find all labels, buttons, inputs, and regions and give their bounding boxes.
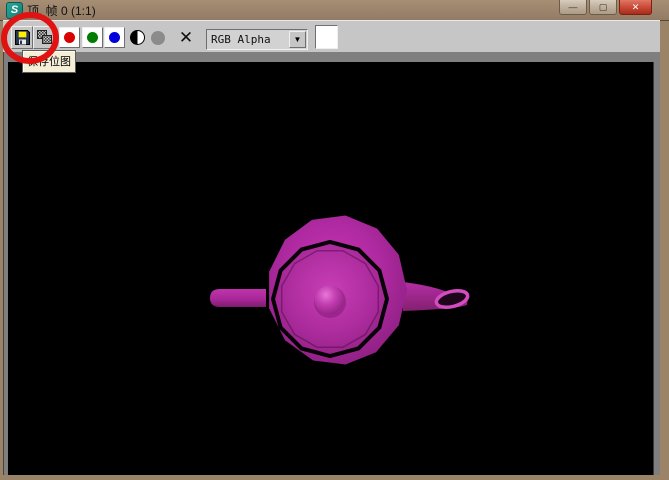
window-controls: — ▢ ✕ [559, 0, 652, 15]
app-icon: S [6, 2, 23, 19]
close-icon: ✕ [631, 2, 640, 13]
clone-window-icon [36, 30, 52, 44]
blue-channel-icon [109, 32, 120, 43]
minimize-icon: — [568, 2, 578, 13]
channel-display-dropdown[interactable]: RGB Alpha ▼ [206, 29, 308, 50]
channel-display-value: RGB Alpha [211, 33, 271, 46]
rendered-teapot-top-view [210, 215, 470, 365]
minimize-button[interactable]: — [559, 0, 587, 15]
window-title: 顶, 帧 0 (1:1) [27, 4, 96, 18]
green-channel-button[interactable] [82, 27, 103, 48]
maximize-button[interactable]: ▢ [589, 0, 617, 15]
background-color-swatch[interactable] [315, 25, 338, 49]
red-channel-icon [64, 32, 75, 43]
toolbar: ✕ RGB Alpha ▼ [3, 20, 660, 54]
blue-channel-button[interactable] [104, 27, 125, 48]
chevron-down-icon[interactable]: ▼ [289, 31, 306, 48]
save-bitmap-button[interactable] [11, 26, 33, 49]
green-channel-icon [87, 32, 98, 43]
rendered-image-area[interactable] [8, 62, 654, 475]
clone-rendered-frame-button[interactable] [33, 26, 55, 49]
save-floppy-icon [14, 30, 30, 45]
red-channel-button[interactable] [59, 27, 80, 48]
monochrome-channel-button[interactable] [130, 30, 145, 45]
close-button[interactable]: ✕ [619, 0, 652, 15]
maximize-icon: ▢ [598, 2, 608, 13]
clear-button[interactable]: ✕ [175, 25, 197, 49]
alpha-channel-button[interactable] [151, 31, 165, 45]
save-tooltip: 保存位图 [22, 50, 76, 73]
teapot-handle [210, 289, 266, 307]
teapot-knob [314, 285, 344, 315]
titlebar[interactable]: S 顶, 帧 0 (1:1) — ▢ ✕ [0, 0, 669, 21]
